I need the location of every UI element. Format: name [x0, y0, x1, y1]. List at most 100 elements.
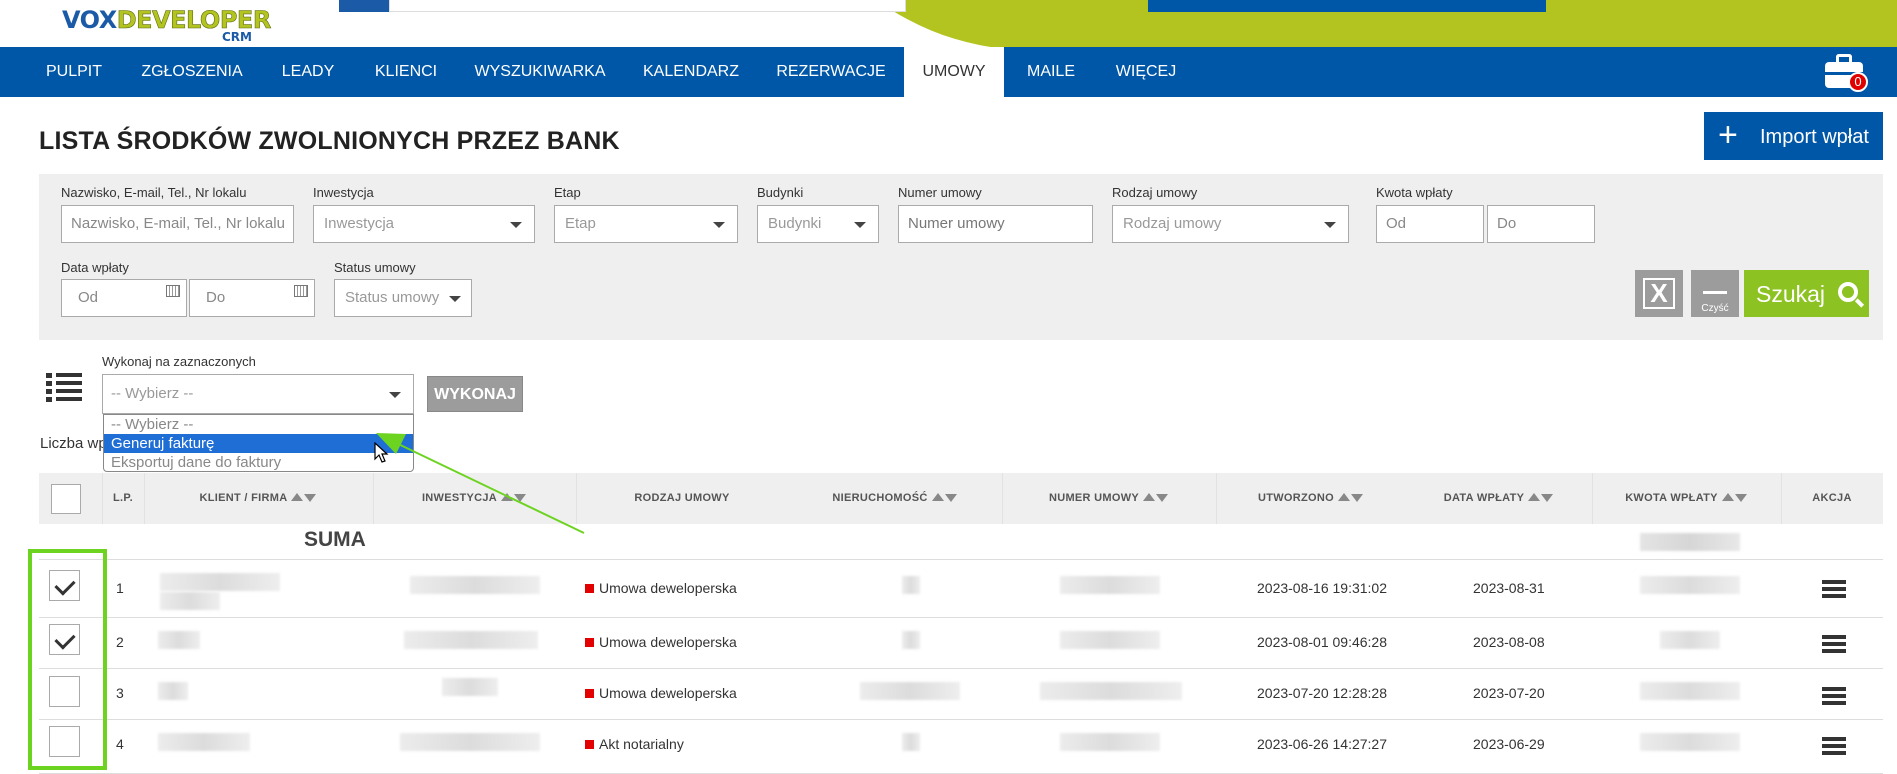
- contract-number-redacted: [1060, 576, 1160, 594]
- select-all-checkbox[interactable]: [51, 484, 81, 514]
- search-input[interactable]: Nazwisko, E-mail, Tel., Nr lokalu: [61, 205, 294, 243]
- bulk-action-dropdown: -- Wybierz -- Generuj fakturę Eksportuj …: [103, 414, 414, 472]
- bulk-action-label: Wykonaj na zaznaczonych: [102, 354, 256, 369]
- contract-type-label: Rodzaj umowy: [1112, 185, 1198, 200]
- hamburger-menu-icon[interactable]: [1822, 737, 1846, 755]
- created-date: 2023-07-20 12:28:28: [1257, 685, 1387, 701]
- property-redacted: [902, 733, 920, 751]
- investment-redacted: [410, 576, 540, 594]
- voxdeveloper-logo[interactable]: VOXDEVELOPER CRM: [62, 6, 272, 44]
- calendar-icon[interactable]: [166, 285, 180, 297]
- import-payments-button[interactable]: + Import wpłat: [1704, 112, 1883, 160]
- sum-value-redacted: [1640, 533, 1740, 551]
- hamburger-menu-icon[interactable]: [1822, 635, 1846, 653]
- nav-item-maile[interactable]: MAILE: [1004, 47, 1098, 97]
- investment-label: Inwestycja: [313, 185, 374, 200]
- hamburger-menu-icon[interactable]: [1822, 687, 1846, 705]
- contract-number-input[interactable]: Numer umowy: [898, 205, 1093, 243]
- chevron-down-icon: [510, 222, 522, 228]
- sort-icon[interactable]: [1721, 493, 1748, 503]
- investment-redacted: [400, 733, 540, 751]
- investment-redacted: [404, 631, 538, 649]
- contract-type: Umowa deweloperska: [585, 634, 737, 650]
- contract-type: Akt notarialny: [585, 736, 684, 752]
- search-icon: [1838, 282, 1858, 302]
- column-header-created[interactable]: UTWORZONO: [1216, 473, 1406, 524]
- nav-item-umowy[interactable]: UMOWY: [904, 47, 1004, 97]
- sort-icon[interactable]: [1338, 493, 1364, 503]
- nav-item-pulpit[interactable]: PULPIT: [24, 47, 124, 97]
- amount-redacted: [1640, 733, 1740, 751]
- stage-select[interactable]: Etap: [554, 205, 738, 243]
- amount-to-input[interactable]: Do: [1487, 205, 1595, 243]
- buildings-select[interactable]: Budynki: [757, 205, 879, 243]
- column-header-amount[interactable]: KWOTA WPŁATY: [1592, 473, 1781, 524]
- top-action-button[interactable]: [1148, 0, 1546, 12]
- payment-date-from-input[interactable]: Od: [61, 279, 187, 317]
- nav-item-zgloszenia[interactable]: ZGŁOSZENIA: [124, 47, 260, 97]
- nav-item-wiecej[interactable]: WIĘCEJ: [1098, 47, 1194, 97]
- column-header-action: AKCJA: [1812, 492, 1852, 504]
- table-row: [39, 720, 1883, 774]
- payment-date: 2023-08-08: [1473, 634, 1545, 650]
- nav-item-wyszukiwarka[interactable]: WYSZUKIWARKA: [456, 47, 624, 97]
- briefcase-icon[interactable]: 0: [1823, 52, 1868, 92]
- contract-number-redacted: [1040, 682, 1182, 700]
- investment-select[interactable]: Inwestycja: [313, 205, 535, 243]
- chevron-down-icon: [713, 222, 725, 228]
- amount-from-input[interactable]: Od: [1376, 205, 1484, 243]
- amount-redacted: [1640, 576, 1740, 594]
- buildings-label: Budynki: [757, 185, 804, 200]
- chevron-down-icon: [389, 392, 401, 398]
- property-redacted: [860, 682, 960, 700]
- nav-item-rezerwacje[interactable]: REZERWACJE: [758, 47, 904, 97]
- nav-item-kalendarz[interactable]: KALENDARZ: [624, 47, 758, 97]
- clear-filters-button[interactable]: Czyść: [1691, 270, 1739, 317]
- top-search-button[interactable]: [339, 0, 389, 12]
- top-brand-bar: VOXDEVELOPER CRM: [0, 0, 1897, 47]
- option-export-invoice-data[interactable]: Eksportuj dane do faktury: [104, 453, 413, 472]
- bulk-action-select[interactable]: -- Wybierz --: [102, 374, 414, 414]
- contract-status-select[interactable]: Status umowy: [334, 279, 472, 317]
- calendar-icon[interactable]: [294, 285, 308, 297]
- sort-icon[interactable]: [1143, 493, 1169, 503]
- top-search-input[interactable]: [389, 0, 906, 12]
- option-choose[interactable]: -- Wybierz --: [104, 415, 413, 434]
- table-row: [39, 669, 1883, 720]
- contract-type-select[interactable]: Rodzaj umowy: [1112, 205, 1349, 243]
- row-lp: 2: [116, 634, 124, 650]
- client-redacted: [158, 733, 250, 751]
- contract-type: Umowa deweloperska: [585, 685, 737, 701]
- table-row: [39, 618, 1883, 669]
- search-button-label: Szukaj: [1756, 281, 1826, 307]
- records-count-label: Liczba wp: [40, 435, 107, 452]
- column-header-client[interactable]: KLIENT / FIRMA: [144, 473, 373, 524]
- sort-icon[interactable]: [1528, 493, 1554, 503]
- client-redacted: [160, 573, 280, 591]
- row-lp: 3: [116, 685, 124, 701]
- export-excel-button[interactable]: X: [1635, 270, 1683, 317]
- contract-number-label: Numer umowy: [898, 185, 982, 200]
- crm-app: VOXDEVELOPER CRM PULPIT ZGŁOSZENIA LEADY…: [0, 0, 1897, 774]
- hamburger-menu-icon[interactable]: [1822, 580, 1846, 598]
- nav-item-leady[interactable]: LEADY: [260, 47, 356, 97]
- payment-date: 2023-07-20: [1473, 685, 1545, 701]
- option-generate-invoice[interactable]: Generuj fakturę: [104, 434, 413, 453]
- mouse-cursor-icon: [374, 442, 389, 463]
- sort-icon[interactable]: [291, 493, 317, 503]
- column-header-payment-date[interactable]: DATA WPŁATY: [1406, 473, 1592, 524]
- property-redacted: [902, 631, 920, 649]
- list-icon[interactable]: [46, 372, 82, 402]
- nav-item-klienci[interactable]: KLIENCI: [356, 47, 456, 97]
- execute-button[interactable]: WYKONAJ: [427, 376, 523, 412]
- main-nav: PULPIT ZGŁOSZENIA LEADY KLIENCI WYSZUKIW…: [0, 47, 1897, 97]
- column-header-contract-number[interactable]: NUMER UMOWY: [1002, 473, 1216, 524]
- clear-filters-label: Czyść: [1701, 303, 1729, 314]
- search-button[interactable]: Szukaj: [1744, 270, 1869, 317]
- created-date: 2023-06-26 14:27:27: [1257, 736, 1387, 752]
- column-header-property[interactable]: NIERUCHOMOŚĆ: [788, 473, 1002, 524]
- created-date: 2023-08-16 19:31:02: [1257, 580, 1387, 596]
- payment-date-to-input[interactable]: Do: [189, 279, 315, 317]
- sort-icon[interactable]: [931, 493, 958, 503]
- payment-date-label: Data wpłaty: [61, 260, 129, 275]
